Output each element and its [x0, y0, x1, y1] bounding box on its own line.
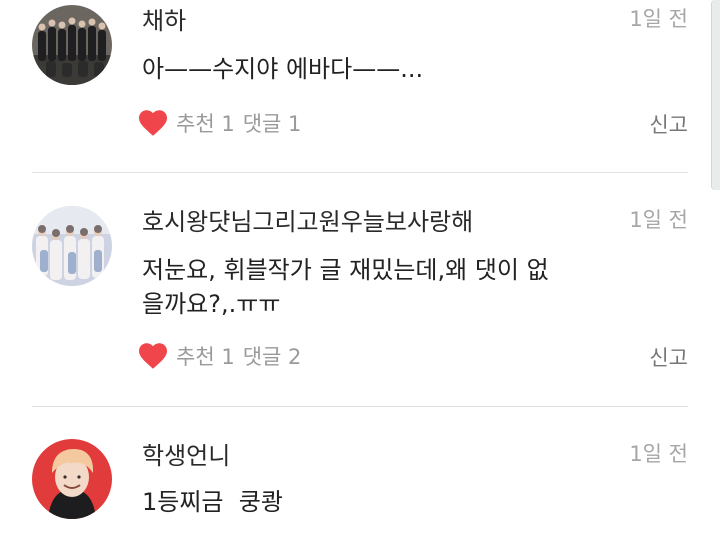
comment-text: 아——수지야 에바다——...	[142, 55, 424, 83]
like-count[interactable]: 추천 1	[176, 341, 235, 371]
avatar[interactable]	[32, 206, 112, 286]
report-button[interactable]: 신고	[649, 110, 688, 140]
heart-icon[interactable]	[138, 109, 168, 137]
avatar[interactable]	[32, 5, 112, 85]
comment-time: 1일 전	[629, 442, 688, 466]
heart-icon[interactable]	[138, 342, 168, 370]
comment-author[interactable]: 채하	[142, 6, 186, 36]
comment-item: 학생언니 1일 전 1등찌금 쿵쾅	[0, 407, 720, 540]
comment-text: 1등찌금 쿵쾅	[142, 488, 283, 516]
divider	[32, 172, 688, 173]
like-count[interactable]: 추천 1	[176, 108, 235, 138]
comment-actions: 추천 1 댓글 1	[138, 107, 309, 139]
comment-item: 채하 1일 전 아——수지야 에바다——... 추천 1 댓글 1 신고	[0, 0, 720, 175]
reply-count[interactable]: 댓글 2	[243, 341, 302, 371]
comment-text: 저눈요, 휘블작가 글 재밌는데,왜 댓이 없을까요?,.ㅠㅠ	[142, 256, 549, 318]
comment-author[interactable]: 호시왕댯님그리고원우늘보사랑해	[142, 207, 473, 237]
comment-actions: 추천 1 댓글 2	[138, 340, 309, 372]
comment-time: 1일 전	[629, 7, 688, 31]
avatar[interactable]	[32, 439, 112, 519]
comment-time: 1일 전	[629, 208, 688, 232]
reply-count[interactable]: 댓글 1	[243, 108, 302, 138]
report-button[interactable]: 신고	[649, 343, 688, 373]
scrollbar-thumb[interactable]	[711, 0, 720, 190]
comment-author[interactable]: 학생언니	[142, 441, 230, 471]
comment-item: 호시왕댯님그리고원우늘보사랑해 1일 전 저눈요, 휘블작가 글 재밌는데,왜 …	[0, 175, 720, 407]
